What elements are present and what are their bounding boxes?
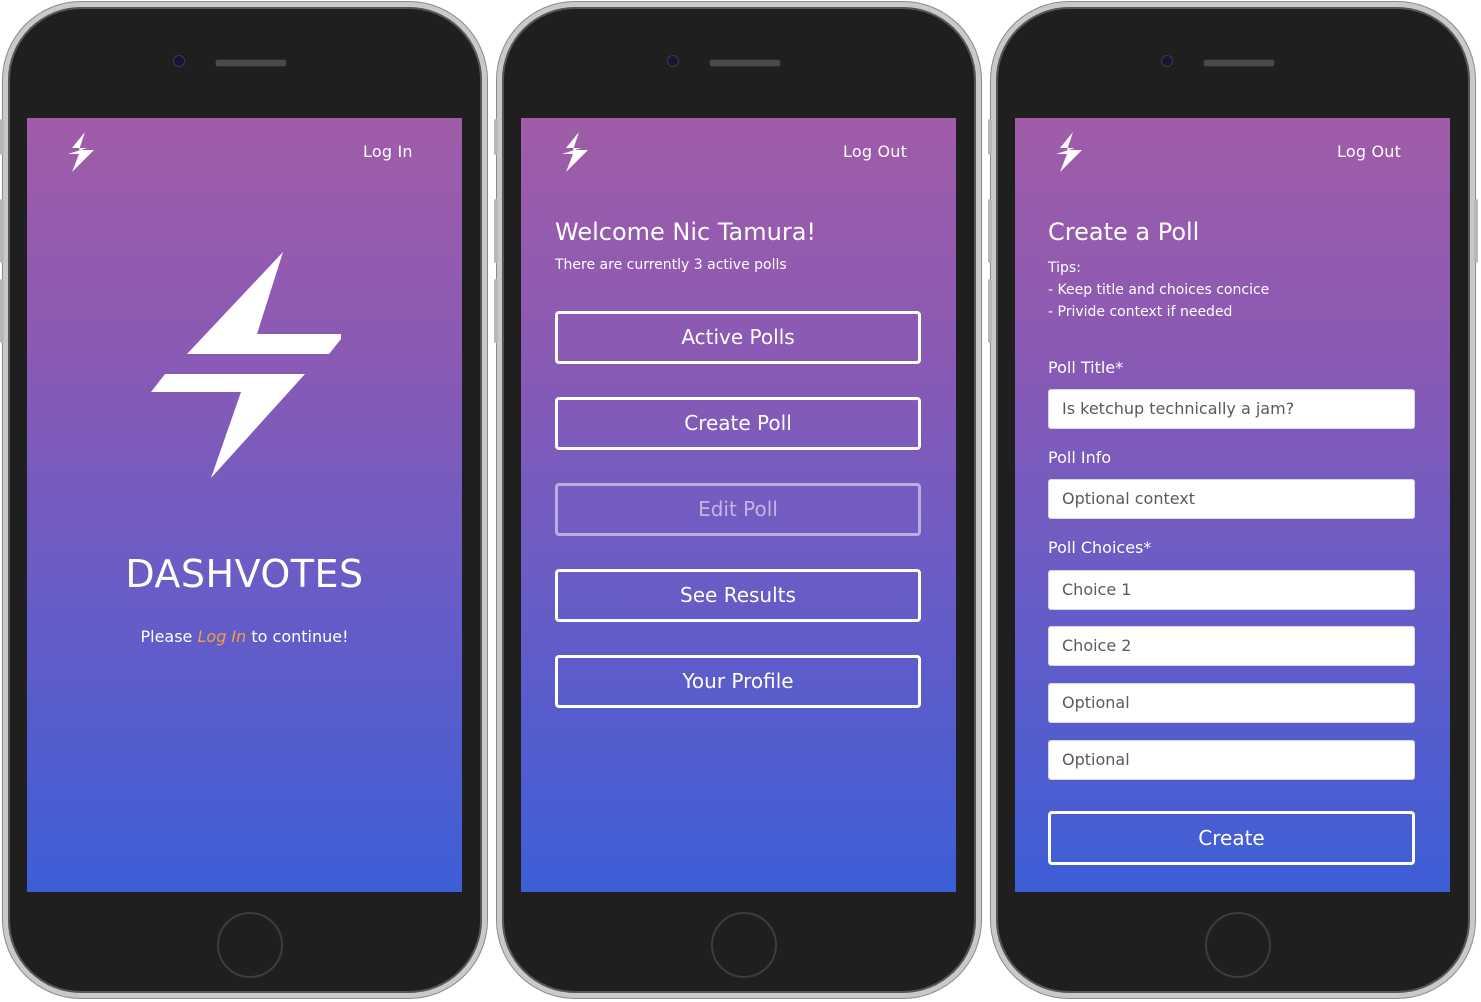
tip-item: - Keep title and choices concice — [1048, 282, 1270, 298]
side-button — [0, 119, 4, 155]
home-screen: Log Out Welcome Nic Tamura! There are cu… — [521, 118, 956, 892]
phone-frame-home: Log Out Welcome Nic Tamura! There are cu… — [494, 2, 981, 998]
app-brand-title: DASHVOTES — [125, 552, 364, 596]
log-out-link[interactable]: Log Out — [843, 142, 907, 161]
side-button — [988, 119, 992, 155]
choice-3-input[interactable]: Optional — [1048, 683, 1415, 723]
side-button — [988, 279, 992, 343]
poll-info-input[interactable]: Optional context — [1048, 479, 1415, 519]
welcome-heading: Welcome Nic Tamura! — [555, 218, 817, 246]
log-out-link[interactable]: Log Out — [1337, 142, 1401, 161]
side-button — [494, 119, 498, 155]
phone-frame-create: Log Out Create a Poll Tips: - Keep title… — [988, 2, 1478, 998]
choice-2-input[interactable]: Choice 2 — [1048, 626, 1415, 666]
create-poll-button[interactable]: Create Poll — [555, 397, 921, 450]
your-profile-button[interactable]: Your Profile — [555, 655, 921, 708]
side-button — [494, 279, 498, 343]
lightning-bolt-icon[interactable] — [64, 132, 98, 172]
poll-title-label: Poll Title* — [1048, 358, 1124, 377]
tip-item: - Privide context if needed — [1048, 304, 1233, 320]
home-button[interactable] — [711, 912, 777, 978]
lightning-bolt-icon[interactable] — [558, 132, 592, 172]
choice-1-input[interactable]: Choice 1 — [1048, 570, 1415, 610]
speaker-grille — [709, 59, 781, 67]
front-camera — [667, 55, 679, 67]
poll-choices-label: Poll Choices* — [1048, 538, 1152, 557]
side-button — [0, 199, 4, 263]
tips-block: Tips: - Keep title and choices concice -… — [1048, 257, 1269, 323]
see-results-button[interactable]: See Results — [555, 569, 921, 622]
login-prompt: Please Log In to continue! — [27, 627, 462, 646]
create-poll-screen: Log Out Create a Poll Tips: - Keep title… — [1015, 118, 1450, 892]
login-prompt-after: to continue! — [246, 627, 349, 646]
login-prompt-before: Please — [140, 627, 198, 646]
poll-title-input[interactable]: Is ketchup technically a jam? — [1048, 389, 1415, 429]
login-prompt-link[interactable]: Log In — [197, 627, 246, 646]
create-button[interactable]: Create — [1048, 811, 1415, 865]
log-in-link[interactable]: Log In — [363, 142, 413, 161]
front-camera — [173, 55, 185, 67]
side-button — [988, 199, 992, 263]
login-screen: Log In DASHVOTES Please Log In to contin… — [27, 118, 462, 892]
poll-info-label: Poll Info — [1048, 448, 1112, 467]
active-polls-count: There are currently 3 active polls — [555, 257, 787, 273]
choice-4-input[interactable]: Optional — [1048, 740, 1415, 780]
edit-poll-button[interactable]: Edit Poll — [555, 483, 921, 536]
front-camera — [1161, 55, 1173, 67]
page-title: Create a Poll — [1048, 218, 1200, 246]
tips-heading: Tips: — [1048, 260, 1081, 276]
active-polls-button[interactable]: Active Polls — [555, 311, 921, 364]
home-button[interactable] — [217, 912, 283, 978]
phone-frame-login: Log In DASHVOTES Please Log In to contin… — [0, 2, 487, 998]
lightning-bolt-logo-icon — [151, 252, 341, 478]
side-button — [494, 199, 498, 263]
home-button[interactable] — [1205, 912, 1271, 978]
side-button — [0, 279, 4, 343]
side-button — [1474, 199, 1478, 263]
speaker-grille — [1203, 59, 1275, 67]
lightning-bolt-icon[interactable] — [1052, 132, 1086, 172]
speaker-grille — [215, 59, 287, 67]
